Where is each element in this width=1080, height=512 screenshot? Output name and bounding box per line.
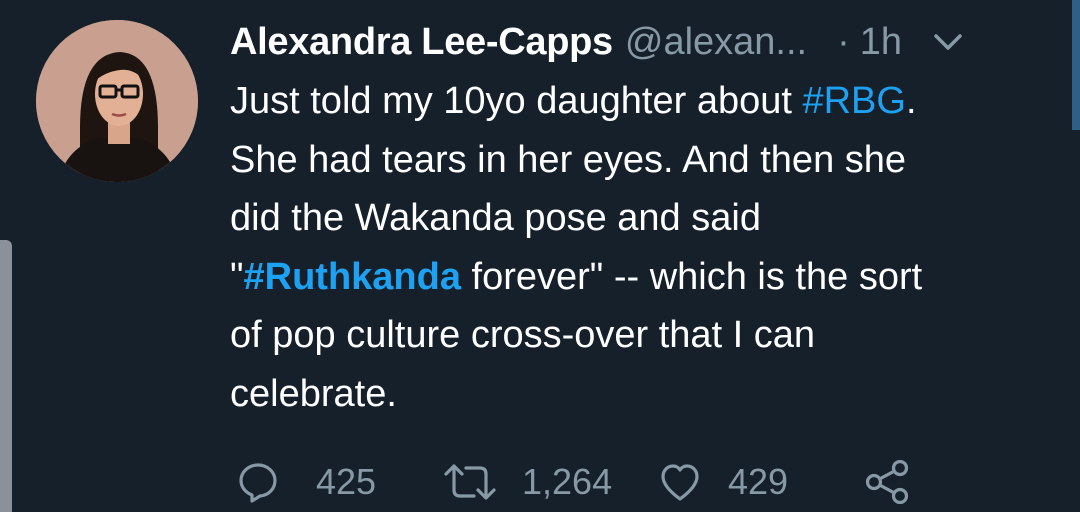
text-segment: Just told my 10yo daughter about: [230, 80, 803, 122]
tweet-header: Alexandra Lee-Capps @alexan... · 1h: [230, 18, 1060, 66]
tweet-line: of pop culture cross-over that I can: [230, 314, 816, 356]
left-edge-overlay: [0, 240, 12, 512]
reply-count: 425: [316, 461, 377, 502]
like-count: 429: [728, 461, 789, 502]
author-name[interactable]: Alexandra Lee-Capps: [230, 21, 613, 64]
reply-icon: [236, 460, 280, 504]
like-button[interactable]: 429: [658, 458, 788, 506]
retweet-icon: [442, 460, 498, 504]
share-button[interactable]: [864, 458, 912, 506]
share-icon: [864, 460, 912, 504]
tweet-timestamp[interactable]: 1h: [860, 21, 902, 64]
avatar[interactable]: [36, 20, 198, 182]
meta-separator: ·: [837, 20, 850, 63]
tweet-line: "#Ruthkanda forever" -- which is the sor…: [230, 248, 1050, 307]
hashtag-link[interactable]: #Ruthkanda: [244, 256, 461, 298]
text-segment: ": [230, 255, 244, 298]
text-segment: forever" -- which is the sort: [460, 255, 923, 298]
tweet-line: Just told my 10yo daughter about #RBG.: [230, 72, 1050, 131]
tweet[interactable]: Alexandra Lee-Capps @alexan... · 1h Just…: [0, 0, 1080, 512]
heart-icon: [658, 460, 702, 504]
tweet-line: She had tears in her eyes. And then she: [230, 138, 907, 181]
chevron-down-icon[interactable]: [928, 22, 968, 62]
retweet-count: 1,264: [522, 461, 613, 502]
author-handle[interactable]: @alexan...: [625, 21, 807, 64]
text-segment: .: [905, 80, 917, 122]
tweet-line: did the Wakanda pose and said: [230, 197, 761, 239]
tweet-line: celebrate.: [230, 372, 397, 415]
hashtag-link[interactable]: #RBG: [802, 80, 905, 122]
scroll-indicator: [1072, 0, 1080, 130]
tweet-text: Just told my 10yo daughter about #RBG. S…: [230, 72, 1050, 423]
retweet-button[interactable]: 1,264: [442, 458, 612, 506]
reply-button[interactable]: 425: [236, 458, 376, 506]
tweet-actions: 425 1,264 429: [236, 458, 1036, 506]
